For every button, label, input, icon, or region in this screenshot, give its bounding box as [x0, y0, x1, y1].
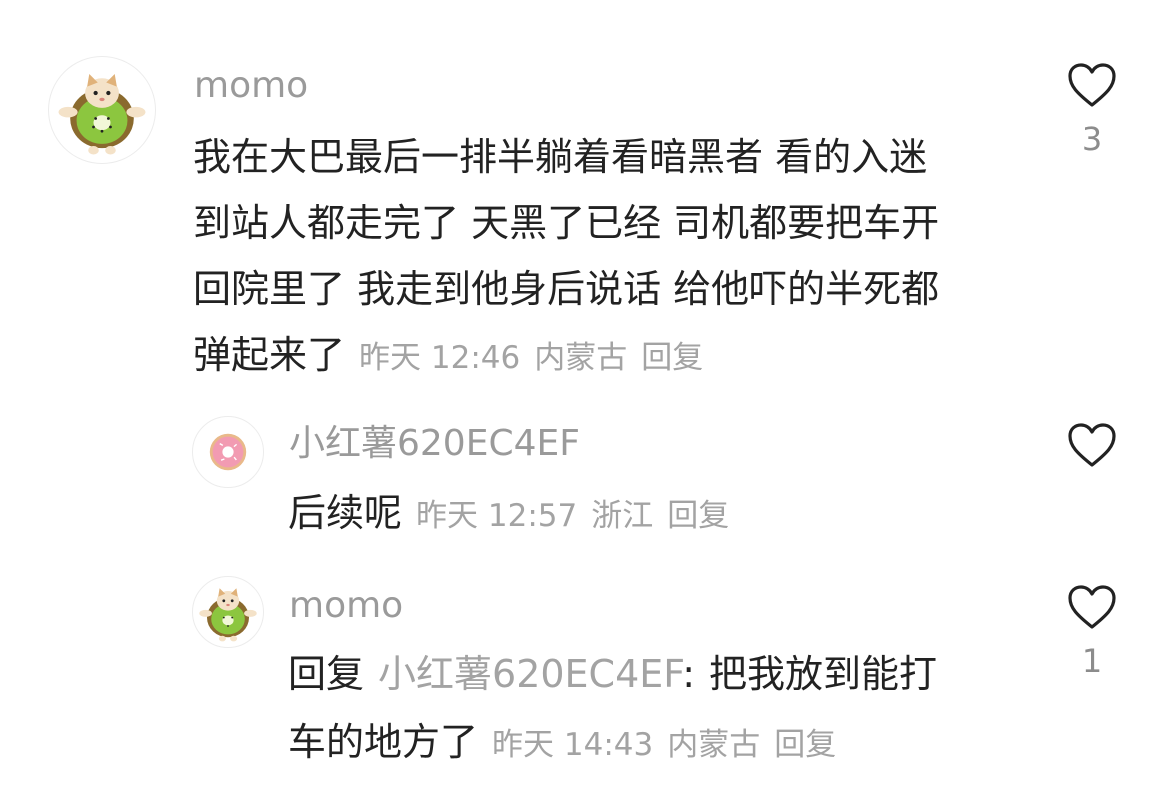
comment-meta: 昨天 12:57 浙江 回复 — [416, 498, 729, 534]
like-count: 1 — [1081, 642, 1103, 680]
comment-location: 内蒙古 — [534, 340, 628, 376]
comment-location: 内蒙古 — [667, 727, 761, 763]
donut-avatar-icon[interactable] — [192, 416, 264, 488]
kiwi-cat-avatar-icon[interactable] — [48, 56, 156, 164]
reply-button[interactable]: 回复 — [667, 498, 729, 534]
comment-body-line: 到站人都走完了 天黑了已经 司机都要把车开 — [193, 201, 940, 245]
reply-button[interactable]: 回复 — [641, 340, 703, 376]
comment-username[interactable]: momo — [194, 68, 308, 104]
comment-username[interactable]: 小红薯620EC4EF — [289, 426, 580, 462]
comment-body-line-with-meta: 车的地方了 昨天 14:43 内蒙古 回复 — [288, 708, 937, 779]
comment-body: 我在大巴最后一排半躺着看暗黑者 看的入迷 到站人都走完了 天黑了已经 司机都要把… — [193, 124, 939, 391]
comment-body-line: 回复 小红薯620EC4EF: 把我放到能打 — [288, 640, 937, 708]
comment-body-line: 弹起来了 — [193, 333, 346, 377]
comment-item: momo 我在大巴最后一排半躺着看暗黑者 看的入迷 到站人都走完了 天黑了已经 … — [0, 0, 1170, 390]
comment-body-line: 后续呢 — [288, 491, 403, 535]
heart-icon — [1068, 585, 1116, 629]
heart-icon — [1068, 63, 1116, 107]
reply-prefix: 回复 — [288, 652, 365, 696]
comment-time: 昨天 12:46 — [359, 340, 521, 376]
comment-body-line: 我在大巴最后一排半躺着看暗黑者 看的入迷 — [193, 135, 928, 179]
reply-item: 小红薯620EC4EF 后续呢 昨天 12:57 浙江 回复 — [0, 400, 1170, 550]
comment-body-text: 把我放到能打 — [709, 652, 938, 696]
heart-icon — [1068, 423, 1116, 467]
reply-target-username[interactable]: 小红薯620EC4EF — [378, 652, 682, 696]
comment-body-line-with-meta: 弹起来了 昨天 12:46 内蒙古 回复 — [193, 322, 939, 391]
comment-meta: 昨天 12:46 内蒙古 回复 — [359, 340, 703, 376]
like-button[interactable]: 1 — [1065, 584, 1119, 680]
comment-location: 浙江 — [591, 498, 654, 534]
comment-body: 后续呢 昨天 12:57 浙江 回复 — [288, 480, 729, 549]
reply-button[interactable]: 回复 — [774, 727, 836, 763]
comment-body-line: 回院里了 我走到他身后说话 给他吓的半死都 — [193, 267, 940, 311]
comment-username[interactable]: momo — [289, 588, 403, 624]
reply-separator: : — [682, 652, 695, 696]
comment-body: 回复 小红薯620EC4EF: 把我放到能打 车的地方了 昨天 14:43 内蒙古 回复 — [288, 640, 937, 779]
comment-body-line: 车的地方了 — [288, 720, 479, 764]
reply-item: momo 回复 小红薯620EC4EF: 把我放到能打 车的地方了 昨天 14:43 内… — [0, 560, 1170, 804]
like-count: 3 — [1081, 120, 1103, 158]
comment-time: 昨天 14:43 — [492, 727, 654, 763]
comment-time: 昨天 12:57 — [416, 498, 578, 534]
like-button[interactable]: 3 — [1065, 62, 1119, 158]
like-button[interactable] — [1065, 422, 1119, 468]
kiwi-cat-avatar-icon[interactable] — [192, 576, 264, 648]
comment-body-line-with-meta: 后续呢 昨天 12:57 浙江 回复 — [288, 480, 729, 549]
comment-thread: momo 我在大巴最后一排半躺着看暗黑者 看的入迷 到站人都走完了 天黑了已经 … — [0, 0, 1170, 804]
comment-meta: 昨天 14:43 内蒙古 回复 — [492, 727, 836, 763]
